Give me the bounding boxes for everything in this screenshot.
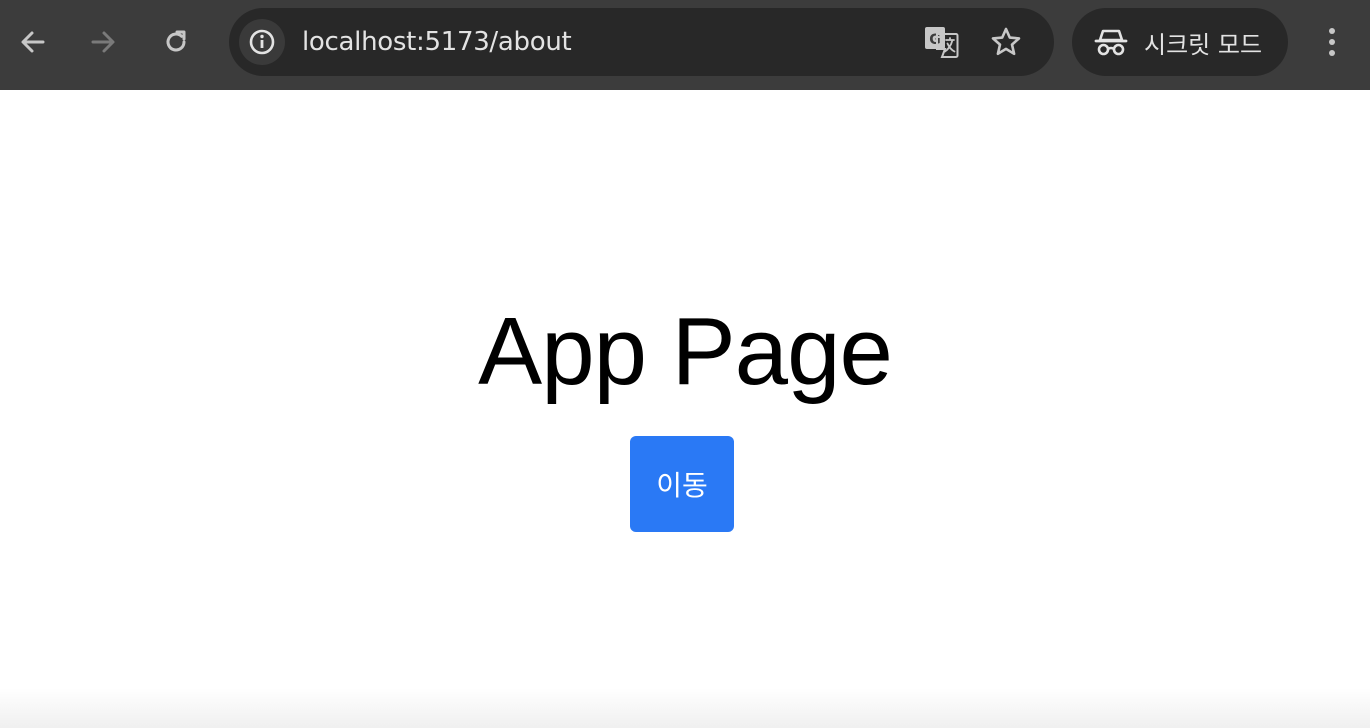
page-content: App Page 이동 [0,90,1370,728]
translate-icon: G [925,27,959,58]
translate-button[interactable]: G [923,24,959,60]
reload-icon [166,30,186,52]
address-bar[interactable]: localhost:5173/about G [229,8,1054,76]
reload-button[interactable] [155,21,197,63]
url-text[interactable]: localhost:5173/about [302,27,572,57]
page-title: App Page [478,298,893,405]
browser-toolbar: localhost:5173/about G 시크릿 모드 [0,0,1370,90]
incognito-icon [1094,29,1128,56]
bottom-fade [0,688,1370,728]
site-info-button[interactable] [239,19,285,65]
arrow-right-icon [91,31,115,53]
browser-menu-button[interactable] [1312,21,1352,63]
bookmark-button[interactable] [988,24,1024,60]
back-button[interactable] [12,21,54,63]
kebab-menu-icon [1329,28,1335,56]
incognito-label: 시크릿 모드 [1144,30,1263,59]
star-icon [991,27,1021,56]
arrow-left-icon [21,31,45,53]
info-icon [249,29,275,55]
move-button[interactable]: 이동 [630,436,734,532]
forward-button[interactable] [82,21,124,63]
incognito-indicator[interactable]: 시크릿 모드 [1072,8,1288,76]
